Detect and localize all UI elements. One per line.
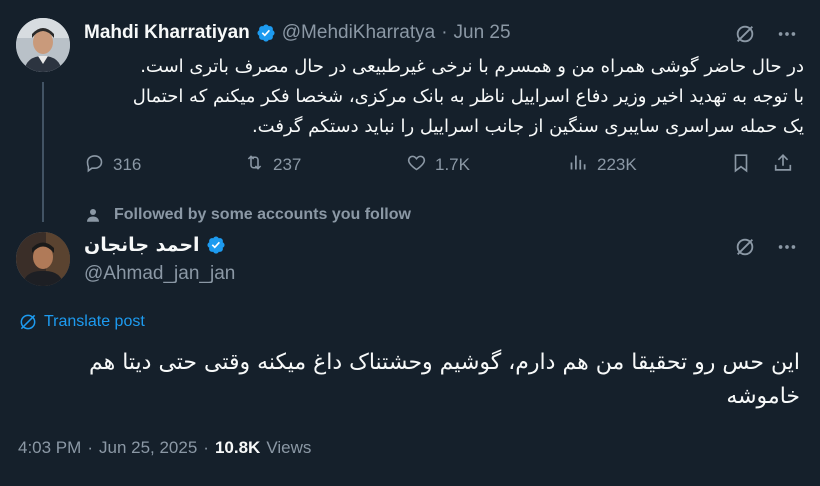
text-line: این حس رو تحقیقا من هم دارم، گوشیم وحشتن… <box>88 350 800 375</box>
date-separator: · <box>441 22 448 43</box>
views-icon <box>568 152 589 178</box>
parent-author-handle[interactable]: @MehdiKharratya <box>282 22 435 44</box>
person-icon <box>84 206 102 224</box>
main-author-avatar[interactable] <box>16 232 70 286</box>
repost-icon <box>244 152 265 178</box>
repost-count: 237 <box>273 155 302 174</box>
like-icon <box>406 152 427 178</box>
thread-line <box>42 82 44 222</box>
meta-separator: · <box>203 438 209 457</box>
verified-icon <box>206 235 226 255</box>
verified-icon <box>256 23 276 43</box>
main-tweet-header: احمد جانجان <box>84 232 226 258</box>
grok-icon[interactable] <box>734 236 756 258</box>
text-line: در حال حاضر گوشی همراه من و همسرم با نرخ… <box>140 56 804 77</box>
meta-separator: · <box>87 438 93 457</box>
tweet-meta: 4:03 PM · Jun 25, 2025 · 10.8K Views <box>18 436 311 460</box>
parent-tweet-date[interactable]: Jun 25 <box>454 22 511 44</box>
views-button[interactable]: 223K <box>568 152 637 178</box>
parent-author-name[interactable]: Mahdi Kharratiyan <box>84 22 250 44</box>
translate-label: Translate post <box>44 313 145 330</box>
tweet-time[interactable]: 4:03 PM <box>18 438 81 458</box>
parent-author-avatar[interactable] <box>16 18 70 72</box>
like-count: 1.7K <box>435 155 470 174</box>
more-icon[interactable] <box>776 236 798 258</box>
social-context-text: Followed by some accounts you follow <box>114 206 411 223</box>
parent-tweet-text: در حال حاضر گوشی همراه من و همسرم با نرخ… <box>84 52 804 142</box>
bookmark-icon[interactable] <box>730 152 752 174</box>
parent-tweet-header: Mahdi Kharratiyan @MehdiKharratya · Jun … <box>84 20 511 46</box>
views-count: 223K <box>597 155 637 174</box>
grok-icon[interactable] <box>734 23 756 45</box>
more-icon[interactable] <box>776 23 798 45</box>
reply-count: 316 <box>113 155 142 174</box>
views-count[interactable]: 10.8K <box>215 438 260 458</box>
main-author-name[interactable]: احمد جانجان <box>84 234 200 256</box>
repost-button[interactable]: 237 <box>244 152 301 178</box>
share-icon[interactable] <box>772 152 794 174</box>
social-context: Followed by some accounts you follow <box>84 205 411 225</box>
globe-icon <box>18 312 38 332</box>
translate-post-link[interactable]: Translate post <box>18 310 145 334</box>
text-line: خاموشه <box>726 384 800 409</box>
like-button[interactable]: 1.7K <box>406 152 470 178</box>
views-label: Views <box>266 438 312 457</box>
text-line: با توجه به تهدید اخیر وزیر دفاع اسراییل … <box>132 86 804 107</box>
main-tweet-text: این حس رو تحقیقا من هم دارم، گوشیم وحشتن… <box>20 346 800 414</box>
main-author-handle[interactable]: @Ahmad_jan_jan <box>84 263 235 285</box>
reply-button[interactable]: 316 <box>84 152 141 178</box>
reply-icon <box>84 152 105 178</box>
tweet-date[interactable]: Jun 25, 2025 <box>99 438 197 458</box>
text-line: یک حمله سراسری سایبری سنگین از جانب اسرا… <box>251 116 804 137</box>
